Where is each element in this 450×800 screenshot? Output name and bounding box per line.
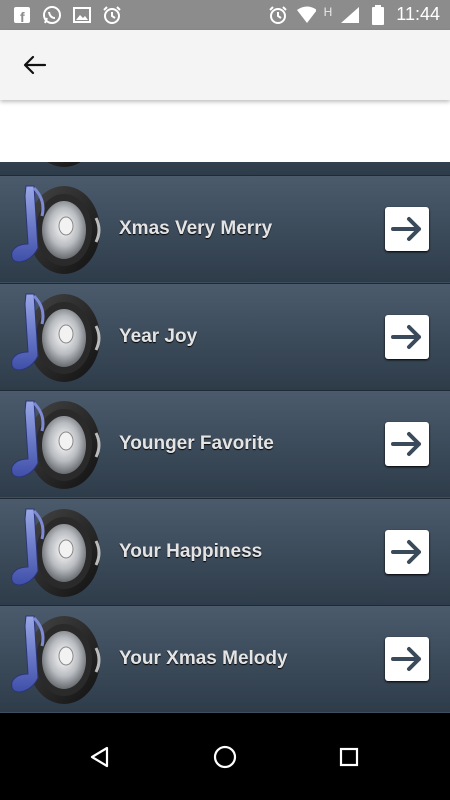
back-triangle-icon	[90, 746, 109, 768]
music-speaker-icon	[6, 397, 106, 493]
open-arrow-button[interactable]	[385, 530, 429, 574]
list-item-title: Xmas Very Merry	[119, 218, 273, 239]
network-type-label: H	[323, 4, 333, 19]
music-speaker-icon	[6, 290, 106, 386]
list-item[interactable]: Xmas Very Merry	[0, 175, 450, 282]
status-left-icons: f	[12, 5, 122, 25]
arrow-right-icon	[391, 217, 421, 241]
battery-icon	[368, 4, 388, 25]
list-item-title: Year Joy	[119, 326, 198, 347]
arrow-right-icon	[391, 647, 421, 671]
arrow-right-icon	[391, 432, 421, 456]
wifi-icon	[296, 5, 316, 25]
nav-recents-button[interactable]	[334, 742, 364, 772]
ringtone-list[interactable]: Xmas Very Merry Year Joy Younger Favorit…	[0, 162, 450, 713]
nav-home-button[interactable]	[210, 742, 240, 772]
signal-icon	[340, 5, 360, 25]
alarm-icon	[102, 5, 122, 25]
list-item[interactable]: Younger Favorite	[0, 390, 450, 497]
open-arrow-button[interactable]	[385, 315, 429, 359]
arrow-right-icon	[391, 540, 421, 564]
list-item[interactable]	[0, 162, 450, 175]
status-right-icons: H 11:44	[268, 4, 440, 25]
music-speaker-icon	[6, 182, 106, 278]
list-item[interactable]: Your Xmas Melody	[0, 605, 450, 712]
arrow-left-icon	[23, 55, 47, 75]
facebook-icon: f	[12, 5, 32, 25]
clock: 11:44	[396, 4, 440, 24]
nav-back-button[interactable]	[85, 742, 115, 772]
music-speaker-icon	[6, 612, 106, 708]
recents-square-icon	[339, 747, 359, 767]
header-spacer	[0, 100, 450, 162]
music-speaker-icon	[6, 162, 106, 171]
back-button[interactable]	[18, 50, 52, 80]
app-toolbar	[0, 30, 450, 100]
home-circle-icon	[213, 745, 237, 769]
gallery-icon	[72, 5, 92, 25]
music-speaker-icon	[6, 505, 106, 601]
list-item[interactable]: Your Happiness	[0, 498, 450, 605]
list-item-title: Your Happiness	[119, 541, 263, 562]
status-bar: f H 11:44	[0, 0, 450, 30]
open-arrow-button[interactable]	[385, 207, 429, 251]
svg-text:f: f	[20, 9, 25, 24]
system-nav-bar	[0, 713, 450, 800]
list-item-title: Younger Favorite	[119, 433, 274, 454]
open-arrow-button[interactable]	[385, 637, 429, 681]
arrow-right-icon	[391, 325, 421, 349]
list-item-title: Your Xmas Melody	[119, 648, 288, 669]
whatsapp-icon	[42, 5, 62, 25]
list-item[interactable]: Year Joy	[0, 283, 450, 390]
open-arrow-button[interactable]	[385, 422, 429, 466]
alarm-icon	[268, 5, 288, 25]
